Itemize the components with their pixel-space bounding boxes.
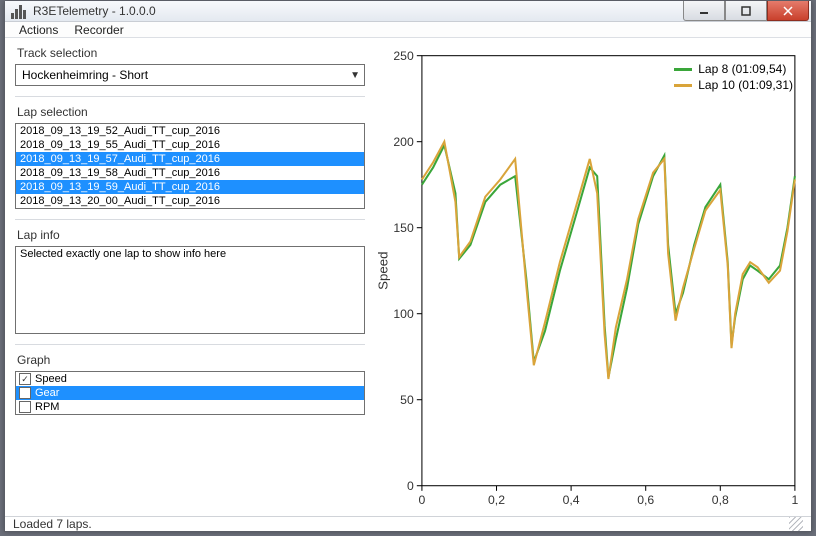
- track-combo-value: Hockenheimring - Short: [22, 68, 148, 82]
- legend-row: Lap 8 (01:09,54): [674, 62, 793, 76]
- left-panel: Track selection Hockenheimring - Short ▼…: [15, 44, 365, 516]
- checkbox-icon[interactable]: [19, 387, 31, 399]
- svg-text:50: 50: [400, 393, 414, 407]
- legend-swatch: [674, 84, 692, 87]
- graph-group-label: Graph: [17, 353, 363, 367]
- lap-info-text: Selected exactly one lap to show info he…: [20, 248, 226, 260]
- statusbar: Loaded 7 laps.: [5, 516, 811, 531]
- graph-option-label: RPM: [35, 401, 59, 413]
- menu-recorder[interactable]: Recorder: [74, 23, 123, 37]
- titlebar: R3ETelemetry - 1.0.0.0: [5, 1, 811, 22]
- app-window: R3ETelemetry - 1.0.0.0 Actions Recorder …: [4, 0, 812, 532]
- svg-text:1: 1: [791, 493, 798, 507]
- status-text: Loaded 7 laps.: [13, 517, 92, 531]
- lap-list-item[interactable]: 2018_09_13_19_58_Audi_TT_cup_2016: [16, 166, 364, 180]
- window-title: R3ETelemetry - 1.0.0.0: [33, 4, 683, 18]
- graph-option-label: Gear: [35, 387, 59, 399]
- legend-swatch: [674, 68, 692, 71]
- menu-actions[interactable]: Actions: [19, 23, 58, 37]
- lap-list-item[interactable]: 2018_09_13_19_59_Audi_TT_cup_2016: [16, 180, 364, 194]
- graph-checklist[interactable]: ✓ Speed Gear RPM: [15, 371, 365, 415]
- lap-list-item[interactable]: 2018_09_13_19_52_Audi_TT_cup_2016: [16, 124, 364, 138]
- svg-text:150: 150: [393, 221, 414, 235]
- lap-info-box: Selected exactly one lap to show info he…: [15, 246, 365, 334]
- chevron-down-icon: ▼: [350, 70, 360, 81]
- track-combo[interactable]: Hockenheimring - Short ▼: [15, 64, 365, 86]
- svg-text:0,2: 0,2: [488, 493, 505, 507]
- svg-text:0,4: 0,4: [563, 493, 580, 507]
- maximize-button[interactable]: [725, 1, 767, 21]
- graph-option[interactable]: Gear: [16, 386, 364, 400]
- speed-chart: 0 50 100 150 200 250 0 0,2 0,4 0,6 0,8 1 Speed: [373, 44, 801, 516]
- svg-text:250: 250: [393, 49, 414, 63]
- checkbox-icon[interactable]: ✓: [19, 373, 31, 385]
- close-button[interactable]: [767, 1, 809, 21]
- content: Track selection Hockenheimring - Short ▼…: [5, 38, 811, 516]
- menubar: Actions Recorder: [5, 22, 811, 38]
- svg-text:100: 100: [393, 307, 414, 321]
- legend-label: Lap 10 (01:09,31): [698, 78, 793, 92]
- lap-info-label: Lap info: [17, 228, 363, 242]
- chart-area: 0 50 100 150 200 250 0 0,2 0,4 0,6 0,8 1 Speed Lap 8…: [373, 44, 801, 516]
- lap-list[interactable]: 2018_09_13_19_52_Audi_TT_cup_20162018_09…: [15, 123, 365, 209]
- checkbox-icon[interactable]: [19, 401, 31, 413]
- svg-text:0,6: 0,6: [637, 493, 654, 507]
- legend-row: Lap 10 (01:09,31): [674, 78, 793, 92]
- svg-text:0: 0: [407, 479, 414, 493]
- legend-label: Lap 8 (01:09,54): [698, 62, 786, 76]
- graph-option[interactable]: RPM: [16, 400, 364, 414]
- graph-option-label: Speed: [35, 373, 67, 385]
- chart-legend: Lap 8 (01:09,54) Lap 10 (01:09,31): [674, 62, 793, 94]
- app-icon: [11, 3, 27, 19]
- lap-list-item[interactable]: 2018_09_13_19_57_Audi_TT_cup_2016: [16, 152, 364, 166]
- lap-list-item[interactable]: 2018_09_13_20_00_Audi_TT_cup_2016: [16, 194, 364, 208]
- track-selection-label: Track selection: [17, 46, 363, 60]
- resize-grip[interactable]: [789, 517, 803, 531]
- svg-text:Speed: Speed: [375, 252, 390, 290]
- minimize-button[interactable]: [683, 1, 725, 21]
- svg-text:200: 200: [393, 135, 414, 149]
- window-controls: [683, 1, 809, 21]
- svg-text:0: 0: [419, 493, 426, 507]
- lap-selection-label: Lap selection: [17, 105, 363, 119]
- graph-option[interactable]: ✓ Speed: [16, 372, 364, 386]
- svg-text:0,8: 0,8: [712, 493, 729, 507]
- lap-list-item[interactable]: 2018_09_13_19_55_Audi_TT_cup_2016: [16, 138, 364, 152]
